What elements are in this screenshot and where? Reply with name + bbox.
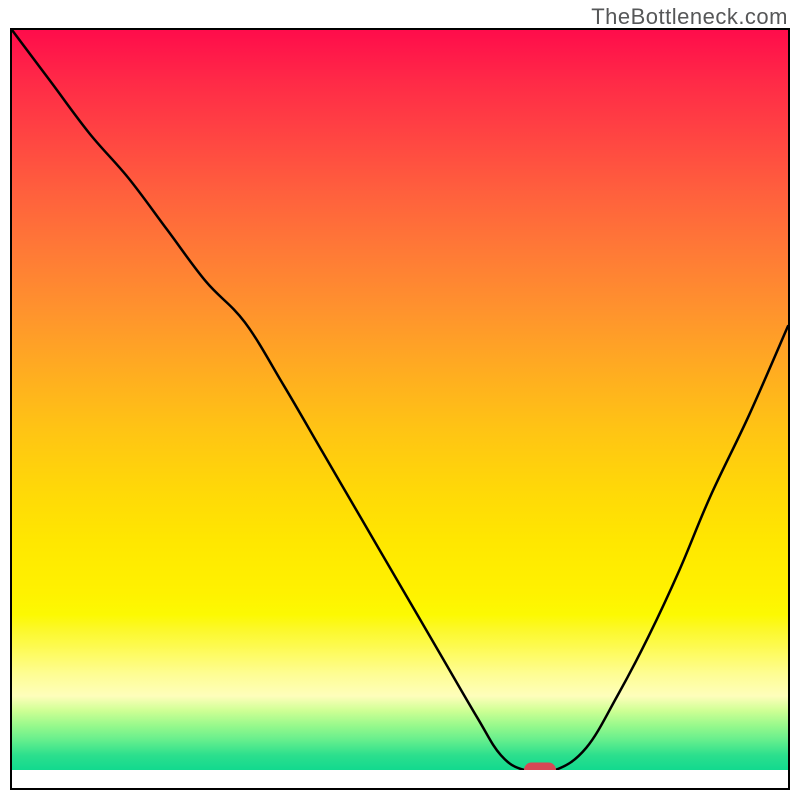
curve-layer (12, 30, 788, 770)
bottleneck-curve (12, 30, 788, 770)
chart-frame (12, 30, 788, 788)
watermark-text: TheBottleneck.com (591, 4, 788, 30)
optimal-marker (524, 763, 556, 771)
plot-area (12, 30, 788, 770)
chart-container: TheBottleneck.com (0, 0, 800, 800)
